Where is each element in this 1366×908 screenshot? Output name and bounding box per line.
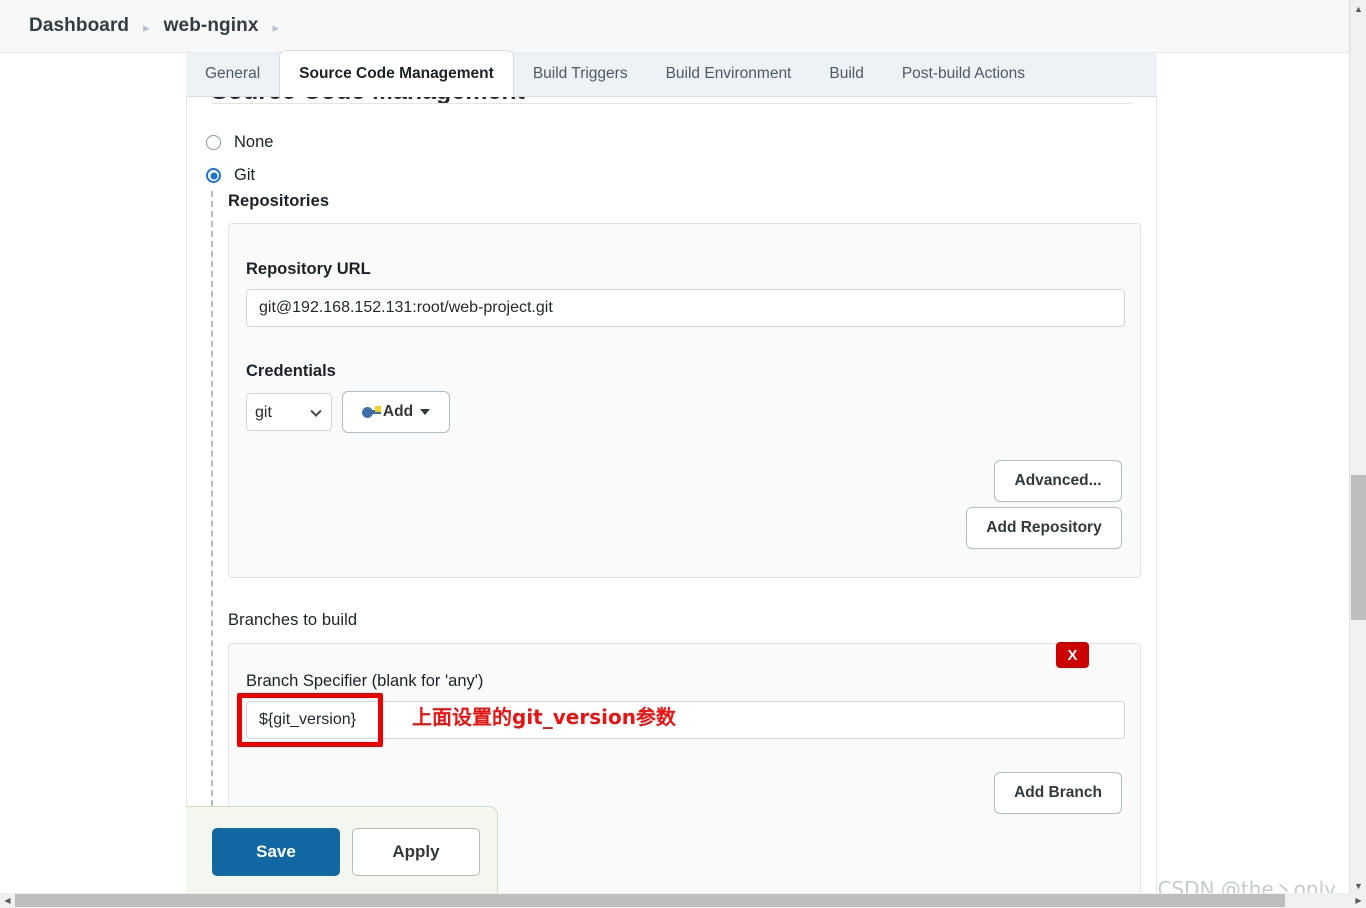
branches-to-build-label: Branches to build xyxy=(228,611,358,629)
vertical-scrollbar[interactable]: ▲ ▼ xyxy=(1349,0,1366,894)
breadcrumb-item-web-nginx[interactable]: web-nginx xyxy=(164,15,259,37)
delete-branch-button[interactable]: X xyxy=(1056,642,1089,668)
credentials-select-wrapper: git xyxy=(246,393,332,431)
add-repository-button[interactable]: Add Repository xyxy=(966,507,1122,549)
scm-option-none[interactable]: None xyxy=(206,133,273,152)
horizontal-scrollbar-thumb[interactable] xyxy=(15,894,1285,907)
annotation-text: 上面设置的git_version参数 xyxy=(412,705,676,729)
radio-none-icon[interactable] xyxy=(206,135,221,150)
scroll-down-arrow-icon[interactable]: ▼ xyxy=(1350,877,1366,894)
chevron-right-icon: ▸ xyxy=(272,19,280,35)
key-tip-icon xyxy=(374,405,381,412)
save-button[interactable]: Save xyxy=(212,828,340,876)
advanced-button[interactable]: Advanced... xyxy=(994,460,1122,502)
scm-option-git[interactable]: Git xyxy=(206,166,255,185)
add-branch-button[interactable]: Add Branch xyxy=(994,772,1122,814)
git-section-guide xyxy=(211,191,213,908)
branch-specifier-label: Branch Specifier (blank for 'any') xyxy=(246,672,484,690)
scroll-up-arrow-icon[interactable]: ▲ xyxy=(1350,0,1366,17)
tab-source-code-management[interactable]: Source Code Management xyxy=(279,50,514,97)
tab-post-build-actions[interactable]: Post-build Actions xyxy=(883,52,1044,96)
repository-url-label: Repository URL xyxy=(246,260,371,278)
repository-url-input[interactable]: git@192.168.152.131:root/web-project.git xyxy=(246,289,1125,327)
radio-git-icon[interactable] xyxy=(206,168,221,183)
scroll-right-arrow-icon[interactable]: ▶ xyxy=(1351,893,1366,908)
credentials-label: Credentials xyxy=(246,362,336,380)
tab-build[interactable]: Build xyxy=(810,52,882,96)
apply-button[interactable]: Apply xyxy=(352,828,480,876)
add-credentials-label: Add xyxy=(382,403,414,420)
chevron-right-icon: ▸ xyxy=(143,19,150,35)
tab-general[interactable]: General xyxy=(186,52,279,96)
scroll-left-arrow-icon[interactable]: ◀ xyxy=(0,893,15,908)
jenkins-job-config-page: Dashboard ▸ web-nginx ▸ General Source C… xyxy=(0,0,1366,908)
horizontal-scrollbar[interactable]: ◀ ▶ xyxy=(0,893,1366,908)
tab-build-triggers[interactable]: Build Triggers xyxy=(514,52,647,96)
config-tabbar: General Source Code Management Build Tri… xyxy=(186,50,1157,97)
tab-build-environment[interactable]: Build Environment xyxy=(647,52,811,96)
breadcrumb-item-dashboard[interactable]: Dashboard xyxy=(29,15,129,37)
repositories-label: Repositories xyxy=(228,192,330,210)
vertical-scrollbar-thumb[interactable] xyxy=(1351,475,1366,620)
key-icon xyxy=(361,405,381,419)
title-divider xyxy=(211,103,1131,104)
scm-option-none-label: None xyxy=(234,133,274,151)
add-credentials-button[interactable]: Add xyxy=(342,391,450,433)
scm-config-panel: Source Code Management None Git ? Reposi… xyxy=(186,97,1157,908)
breadcrumb: Dashboard ▸ web-nginx ▸ xyxy=(0,0,1351,53)
caret-down-icon xyxy=(420,409,431,415)
scm-option-git-label: Git xyxy=(234,166,256,184)
branch-specifier-input[interactable]: ${git_version} xyxy=(246,701,1125,739)
credentials-select[interactable]: git xyxy=(246,393,332,431)
form-action-bar: Save Apply xyxy=(186,806,498,894)
